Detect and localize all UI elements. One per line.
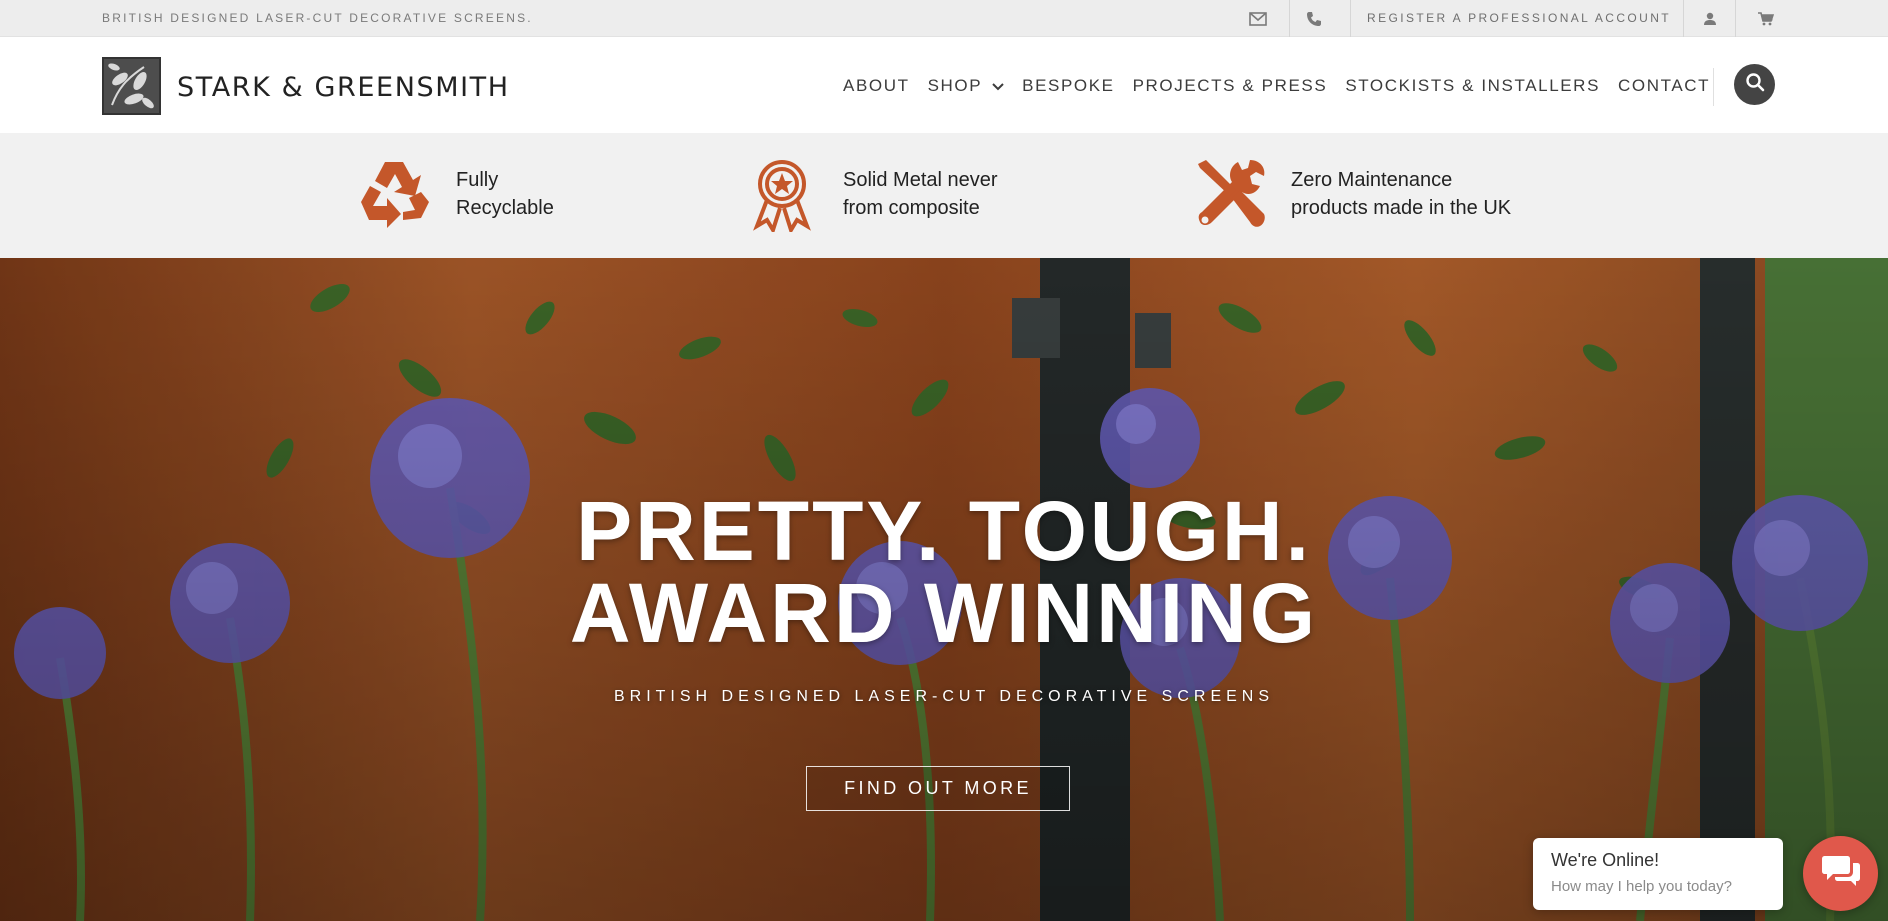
feature-line: Zero Maintenance: [1291, 169, 1453, 191]
logo-mark[interactable]: [102, 57, 161, 115]
topbar-divider: [1735, 0, 1736, 37]
phone-icon[interactable]: [1304, 9, 1324, 29]
hero-headline-line: PRETTY. TOUGH.: [576, 484, 1312, 578]
find-out-more-button[interactable]: FIND OUT MORE: [806, 766, 1070, 811]
top-tagline: BRITISH DESIGNED LASER-CUT DECORATIVE SC…: [102, 11, 533, 25]
logo-wordmark[interactable]: STARK & GREENSMITH: [177, 72, 510, 103]
feature-text: Zero Maintenance products made in the UK: [1291, 166, 1511, 222]
nav-bespoke[interactable]: BESPOKE: [1022, 76, 1114, 96]
register-account-link[interactable]: REGISTER A PROFESSIONAL ACCOUNT: [1367, 11, 1671, 25]
feature-line: from composite: [843, 197, 980, 219]
search-icon: [1745, 72, 1765, 97]
nav-about[interactable]: ABOUT: [843, 76, 910, 96]
top-bar: BRITISH DESIGNED LASER-CUT DECORATIVE SC…: [0, 0, 1888, 37]
feature-text: Fully Recyclable: [456, 166, 554, 222]
chat-subtitle: How may I help you today?: [1551, 878, 1732, 895]
nav-projects-press[interactable]: PROJECTS & PRESS: [1133, 76, 1328, 96]
nav-contact[interactable]: CONTACT: [1618, 76, 1710, 96]
feature-line: products made in the UK: [1291, 197, 1512, 219]
tools-icon: [1191, 156, 1269, 232]
feature-solid-metal: Solid Metal never from composite: [743, 156, 998, 232]
recycle-icon: [356, 156, 434, 232]
mail-icon[interactable]: [1248, 9, 1268, 29]
chat-launcher-button[interactable]: [1803, 836, 1878, 911]
feature-recyclable: Fully Recyclable: [356, 156, 554, 232]
hero-headline: PRETTY. TOUGH. AWARD WINNING: [0, 484, 1888, 660]
feature-text: Solid Metal never from composite: [843, 166, 998, 222]
features-strip: Fully Recyclable Solid Metal never from …: [0, 133, 1888, 258]
feature-line: Recyclable: [456, 197, 554, 219]
hero-subtitle: BRITISH DESIGNED LASER-CUT DECORATIVE SC…: [613, 688, 1275, 705]
nav-shop-label: SHOP: [927, 76, 983, 95]
feature-line: Fully: [456, 169, 499, 191]
user-icon[interactable]: [1700, 9, 1720, 29]
chat-icon: [1821, 854, 1861, 893]
feature-line: Solid Metal never: [843, 169, 998, 191]
site-header: STARK & GREENSMITH ABOUT SHOP BESPOKE PR…: [0, 37, 1888, 133]
nav-shop[interactable]: SHOP: [928, 76, 1005, 96]
topbar-divider: [1683, 0, 1684, 37]
cart-icon[interactable]: [1756, 9, 1776, 29]
main-nav: ABOUT SHOP BESPOKE PROJECTS & PRESS STOC…: [843, 76, 1728, 96]
nav-divider: [1713, 68, 1714, 106]
search-button[interactable]: [1734, 64, 1775, 105]
topbar-divider: [1289, 0, 1290, 37]
feature-zero-maintenance: Zero Maintenance products made in the UK: [1191, 156, 1511, 232]
hero-banner: PRETTY. TOUGH. AWARD WINNING BRITISH DES…: [0, 258, 1888, 921]
hero-headline-line: AWARD WINNING: [569, 566, 1319, 660]
chat-title: We're Online!: [1551, 850, 1660, 870]
award-icon: [743, 156, 821, 232]
topbar-divider: [1350, 0, 1351, 37]
nav-stockists-installers[interactable]: STOCKISTS & INSTALLERS: [1345, 76, 1600, 96]
chat-greeting-bubble[interactable]: We're Online! How may I help you today?: [1533, 838, 1783, 910]
chevron-down-icon: [992, 76, 1004, 96]
